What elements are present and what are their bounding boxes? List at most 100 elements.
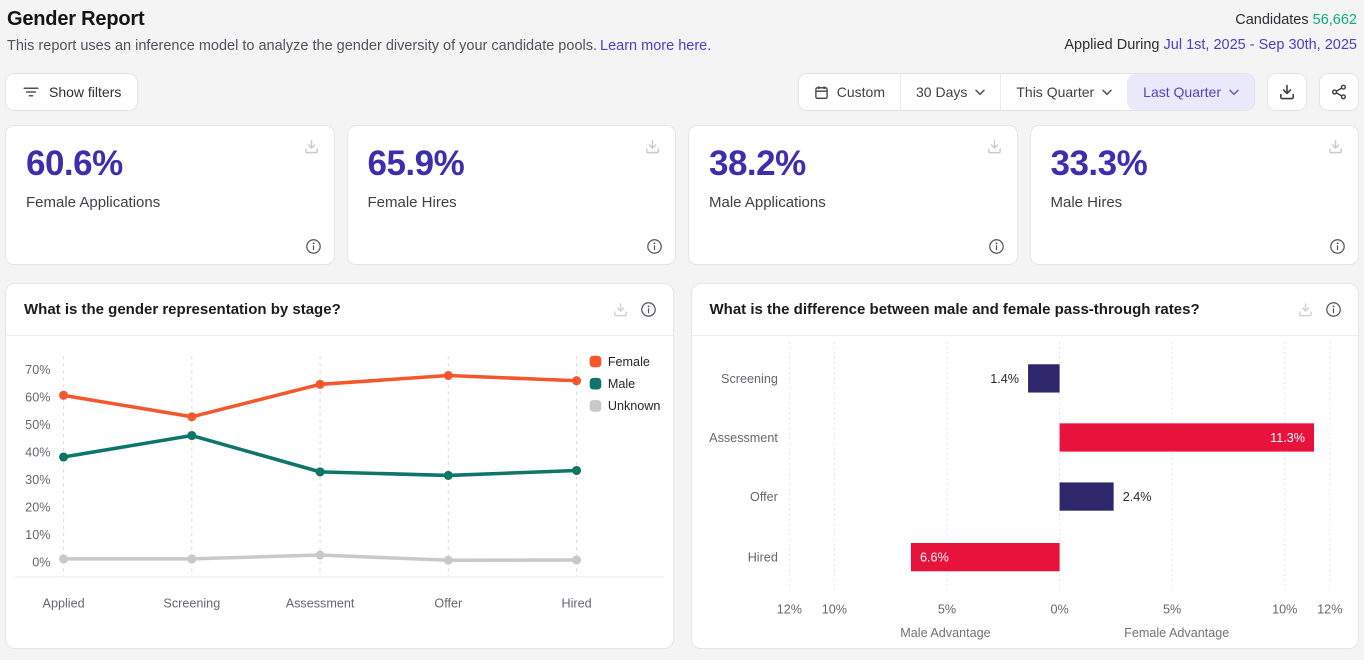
- custom-range-label: Custom: [837, 84, 885, 100]
- svg-text:Offer: Offer: [750, 490, 778, 504]
- subtitle-text: This report uses an inference model to a…: [7, 38, 597, 54]
- chart-header-icons: [1297, 301, 1342, 318]
- svg-text:Male: Male: [608, 377, 635, 391]
- toolbar-right: Custom 30 Days This Quarter Last Quarter: [798, 73, 1359, 111]
- info-icon[interactable]: [646, 238, 663, 255]
- share-report-button[interactable]: [1319, 73, 1359, 111]
- svg-text:Hired: Hired: [747, 551, 777, 565]
- pass-through-difference-chart-card: What is the difference between male and …: [691, 283, 1360, 649]
- svg-text:Assessment: Assessment: [286, 597, 355, 611]
- svg-text:Applied: Applied: [43, 597, 85, 611]
- svg-text:60%: 60%: [25, 391, 50, 405]
- download-icon[interactable]: [986, 138, 1003, 160]
- svg-text:1.4%: 1.4%: [990, 372, 1019, 386]
- last-quarter-label: Last Quarter: [1143, 84, 1221, 100]
- last-quarter-button[interactable]: Last Quarter: [1127, 74, 1254, 110]
- info-icon[interactable]: [305, 238, 322, 255]
- stat-value: 33.3%: [1051, 144, 1339, 184]
- svg-text:Assessment: Assessment: [709, 431, 778, 445]
- chevron-down-icon: [1229, 89, 1239, 96]
- calendar-icon: [814, 85, 829, 100]
- download-icon[interactable]: [644, 138, 661, 160]
- svg-text:5%: 5%: [1163, 603, 1181, 617]
- stat-card-male-applications: 38.2% Male Applications: [688, 125, 1018, 265]
- svg-text:11.3%: 11.3%: [1270, 431, 1305, 445]
- candidates-line: Candidates 56,662: [1064, 8, 1357, 33]
- stat-value: 60.6%: [26, 144, 314, 184]
- chart-title: What is the difference between male and …: [710, 301, 1200, 318]
- applied-during-range[interactable]: Jul 1st, 2025 - Sep 30th, 2025: [1164, 37, 1357, 53]
- svg-text:50%: 50%: [25, 418, 50, 432]
- candidates-count: 56,662: [1313, 12, 1357, 28]
- stat-card-female-hires: 65.9% Female Hires: [347, 125, 677, 265]
- svg-text:Female Advantage: Female Advantage: [1124, 626, 1229, 640]
- pass-through-difference-bar-chart: 12% 10% 5% 0% 5% 10% 12% Screening 1.4% Assessmen…: [692, 336, 1359, 649]
- svg-text:12%: 12%: [1317, 603, 1342, 617]
- svg-text:10%: 10%: [1272, 603, 1297, 617]
- show-filters-label: Show filters: [49, 84, 121, 100]
- range-30-days-button[interactable]: 30 Days: [900, 74, 1000, 110]
- info-icon[interactable]: [1329, 238, 1346, 255]
- download-icon[interactable]: [1297, 301, 1314, 318]
- gender-representation-chart-card: What is the gender representation by sta…: [5, 283, 674, 649]
- chevron-down-icon: [1102, 89, 1112, 96]
- svg-text:Female: Female: [608, 355, 650, 369]
- info-icon[interactable]: [1325, 301, 1342, 318]
- stat-cards-row: 60.6% Female Applications 65.9% Female H…: [5, 125, 1359, 265]
- filter-icon: [22, 84, 40, 100]
- report-subtitle: This report uses an inference model to a…: [7, 38, 711, 54]
- stat-card-male-hires: 33.3% Male Hires: [1030, 125, 1360, 265]
- stat-value: 65.9%: [368, 144, 656, 184]
- report-header-right: Candidates 56,662 Applied During Jul 1st…: [1064, 8, 1357, 58]
- applied-during-label: Applied During: [1064, 37, 1159, 53]
- download-icon[interactable]: [612, 301, 629, 318]
- svg-text:0%: 0%: [32, 556, 50, 570]
- charts-row: What is the gender representation by sta…: [5, 283, 1359, 649]
- svg-text:70%: 70%: [25, 363, 50, 377]
- download-report-button[interactable]: [1267, 73, 1307, 111]
- svg-text:12%: 12%: [776, 603, 801, 617]
- gender-representation-line-chart: AppliedScreeningAssessmentOfferHired0%10…: [6, 336, 673, 649]
- stat-label: Male Applications: [709, 194, 997, 211]
- share-icon: [1330, 83, 1348, 101]
- report-header: Gender Report This report uses an infere…: [5, 0, 1359, 58]
- show-filters-button[interactable]: Show filters: [5, 73, 138, 111]
- svg-text:40%: 40%: [25, 446, 50, 460]
- gender-report-page: Gender Report This report uses an infere…: [0, 0, 1364, 660]
- svg-text:Offer: Offer: [434, 597, 462, 611]
- toolbar: Show filters Custom 30 Days This Quar: [5, 73, 1359, 111]
- stat-label: Female Applications: [26, 194, 314, 211]
- stat-card-female-applications: 60.6% Female Applications: [5, 125, 335, 265]
- svg-text:30%: 30%: [25, 473, 50, 487]
- svg-text:5%: 5%: [937, 603, 955, 617]
- download-icon[interactable]: [303, 138, 320, 160]
- chevron-down-icon: [975, 89, 985, 96]
- range-30-days-label: 30 Days: [916, 84, 967, 100]
- svg-text:Male Advantage: Male Advantage: [900, 626, 990, 640]
- stat-label: Male Hires: [1051, 194, 1339, 211]
- this-quarter-label: This Quarter: [1016, 84, 1094, 100]
- stat-label: Female Hires: [368, 194, 656, 211]
- download-icon: [1278, 83, 1296, 101]
- svg-text:Screening: Screening: [163, 597, 220, 611]
- stat-value: 38.2%: [709, 144, 997, 184]
- this-quarter-button[interactable]: This Quarter: [1000, 74, 1127, 110]
- chart-header-icons: [612, 301, 657, 318]
- svg-text:Screening: Screening: [721, 372, 778, 386]
- svg-text:Unknown: Unknown: [608, 399, 661, 413]
- chart-title: What is the gender representation by sta…: [24, 301, 341, 318]
- chart-header: What is the gender representation by sta…: [6, 284, 673, 336]
- svg-text:10%: 10%: [821, 603, 846, 617]
- page-title: Gender Report: [7, 8, 711, 31]
- svg-text:20%: 20%: [25, 501, 50, 515]
- custom-range-button[interactable]: Custom: [799, 74, 900, 110]
- candidates-label: Candidates: [1235, 12, 1308, 28]
- svg-text:10%: 10%: [25, 528, 50, 542]
- svg-text:0%: 0%: [1050, 603, 1068, 617]
- date-range-segmented-control: Custom 30 Days This Quarter Last Quarter: [798, 73, 1255, 111]
- download-icon[interactable]: [1327, 138, 1344, 160]
- info-icon[interactable]: [988, 238, 1005, 255]
- info-icon[interactable]: [640, 301, 657, 318]
- svg-text:6.6%: 6.6%: [920, 551, 949, 565]
- learn-more-link[interactable]: Learn more here.: [600, 38, 711, 54]
